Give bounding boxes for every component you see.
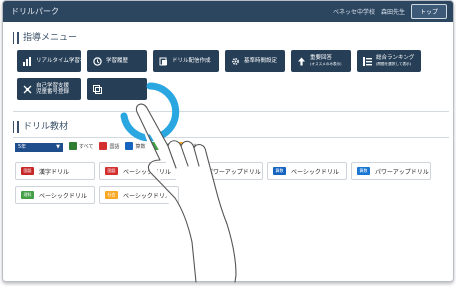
drill-card[interactable]: 国語 漢字ドリル xyxy=(15,162,95,180)
tab-label: 国語 xyxy=(109,143,120,150)
upload-icon xyxy=(297,57,306,66)
drill-badge: 国語 xyxy=(21,167,34,175)
user-info: ベネッセ中学校 森田先生 xyxy=(332,9,405,16)
drill-delivery-button[interactable]: ドリル配信作成 xyxy=(153,50,219,72)
tab-label: 理科 xyxy=(161,143,172,150)
app-title: ドリルパーク xyxy=(11,7,59,16)
gear-icon xyxy=(231,57,240,66)
header-right: ベネッセ中学校 森田先生 トップ xyxy=(333,4,447,19)
drill-badge: 算数 xyxy=(357,167,370,175)
drill-label: ベーシックドリル xyxy=(39,192,87,200)
tab-color-chip xyxy=(151,142,160,150)
section-divider xyxy=(13,111,449,112)
history-icon xyxy=(93,56,102,66)
menu-label: 基準時間設定 xyxy=(244,58,278,64)
drill-badge: 理科 xyxy=(21,191,34,199)
tab-label: すべて xyxy=(79,143,94,150)
drill-card[interactable]: 社会 ベーシックドリル xyxy=(99,186,179,204)
drill-badge: 国語 xyxy=(105,167,118,175)
drill-card[interactable]: 国語 ベーシックドリル xyxy=(99,162,179,180)
tab-science[interactable]: 理科 xyxy=(151,142,172,150)
tab-math[interactable]: 算数 xyxy=(125,142,145,150)
drill-badge: 社会 xyxy=(105,191,118,199)
drill-label: ベーシックドリル xyxy=(291,168,339,176)
menu-label-group: 総合ランキング (問題を選択して表示) xyxy=(376,55,414,67)
grade-select[interactable]: 5年 ▼ xyxy=(15,143,63,152)
drill-card[interactable]: 国語 パワーアップドリル xyxy=(183,162,263,180)
tab-social[interactable]: 社会 xyxy=(177,142,198,150)
tab-color-chip xyxy=(125,142,134,150)
list-icon xyxy=(363,56,372,66)
menu-sublabel: (問題を選択して表示) xyxy=(376,62,412,66)
drill-badge: 算数 xyxy=(273,167,286,175)
drill-label: ベーシックドリル xyxy=(123,192,171,200)
main-content: 指導メニュー リアルタイム学習状況 学習履歴 ドリル配信作成 基準時間設定 重要… xyxy=(3,22,453,281)
subject-tabs: すべて 国語 算数 理科 社会 xyxy=(69,142,198,150)
send-icon xyxy=(159,57,168,66)
menu-sublabel: (オススメのみ表示) xyxy=(310,62,342,66)
menu-label: 学習履歴 xyxy=(106,58,129,64)
drill-label: ベーシックドリル xyxy=(123,168,171,176)
drill-badge: 国語 xyxy=(189,167,202,175)
tools-icon xyxy=(23,85,32,94)
hidden-menu-button[interactable] xyxy=(87,78,147,100)
self-study-button[interactable]: 自己学習支援 児童番号登録 xyxy=(17,78,81,100)
drill-card[interactable]: 算数 ベーシックドリル xyxy=(267,162,347,180)
tab-color-chip xyxy=(69,142,77,150)
drill-label: 漢字ドリル xyxy=(39,168,70,176)
grade-select-value: 5年 xyxy=(18,144,27,150)
menu-label-group: 重要回答 (オススメのみ表示) xyxy=(310,55,342,67)
bar-chart-icon xyxy=(23,56,32,66)
important-answer-button[interactable]: 重要回答 (オススメのみ表示) xyxy=(291,50,351,72)
menu-label: ドリル配信作成 xyxy=(172,58,211,64)
tablet-screen: ドリルパーク ベネッセ中学校 森田先生 トップ 指導メニュー リアルタイム学習状… xyxy=(2,0,454,282)
drill-label: パワーアップドリル xyxy=(375,168,429,176)
section-divider xyxy=(13,137,449,138)
history-button[interactable]: 学習履歴 xyxy=(87,50,147,72)
ranking-button[interactable]: 総合ランキング (問題を選択して表示) xyxy=(357,50,421,72)
drill-card[interactable]: 算数 パワーアップドリル xyxy=(351,162,431,180)
app-header: ドリルパーク ベネッセ中学校 森田先生 トップ xyxy=(3,1,453,22)
drill-section-title: ドリル教材 xyxy=(12,121,68,133)
drill-label: パワーアップドリル xyxy=(207,168,261,176)
layers-icon xyxy=(93,84,102,94)
drill-card[interactable]: 理科 ベーシックドリル xyxy=(15,186,95,204)
menu-label: リアルタイム学習状況 xyxy=(36,58,91,64)
tab-label: 算数 xyxy=(135,143,146,150)
tab-color-chip xyxy=(177,142,186,150)
tab-all[interactable]: すべて xyxy=(69,142,93,150)
menu-sublabel: 児童番号登録 xyxy=(36,89,70,95)
tab-color-chip xyxy=(99,142,108,150)
chevron-down-icon: ▼ xyxy=(56,144,60,150)
tab-japanese[interactable]: 国語 xyxy=(99,142,119,150)
top-button[interactable]: トップ xyxy=(410,4,447,19)
time-setting-button[interactable]: 基準時間設定 xyxy=(225,50,285,72)
tab-label: 社会 xyxy=(187,143,198,150)
menu-label-group: 自己学習支援 児童番号登録 xyxy=(36,83,69,95)
menu-section-title: 指導メニュー xyxy=(12,32,77,44)
realtime-status-button[interactable]: リアルタイム学習状況 xyxy=(17,50,91,72)
